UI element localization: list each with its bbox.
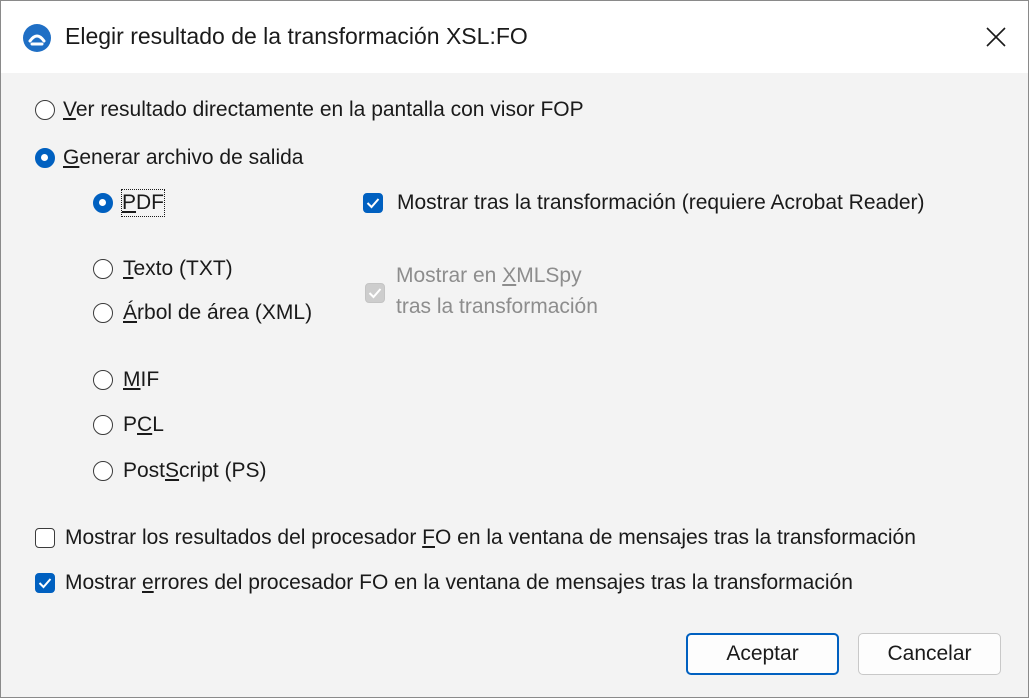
format-pdf-radio[interactable] [93, 193, 113, 213]
close-icon [986, 27, 1006, 47]
ok-button[interactable]: Aceptar [686, 633, 839, 675]
format-pcl-label: PCL [123, 413, 164, 436]
title-bar: Elegir resultado de la transformación XS… [1, 1, 1028, 73]
checkmark-icon [366, 198, 380, 209]
format-pcl-radio[interactable] [93, 415, 113, 435]
cancel-button[interactable]: Cancelar [858, 633, 1001, 675]
view-fop-radio[interactable] [35, 100, 55, 120]
format-pdf-label: PDF [120, 189, 166, 217]
altova-icon [23, 24, 51, 52]
checkmark-icon [368, 288, 382, 299]
format-area-tree-label: Árbol de área (XML) [123, 301, 313, 324]
format-mif-label: MIF [123, 368, 160, 391]
generate-file-radio[interactable] [35, 148, 55, 168]
format-area-tree-radio[interactable] [93, 303, 113, 323]
view-fop-label: Ver resultado directamente en la pantall… [63, 98, 584, 121]
format-txt-radio[interactable] [93, 259, 113, 279]
show-after-pdf-checkbox[interactable] [363, 193, 383, 213]
show-errors-checkbox[interactable] [35, 573, 55, 593]
format-ps-label: PostScript (PS) [123, 459, 267, 482]
dialog-window: Elegir resultado de la transformación XS… [0, 0, 1029, 698]
format-txt-label: Texto (TXT) [123, 257, 233, 280]
show-errors-label: Mostrar errores del procesador FO en la … [65, 571, 853, 594]
show-in-xmlspy-checkbox[interactable] [365, 283, 385, 303]
checkmark-icon [38, 578, 52, 589]
show-results-checkbox[interactable] [35, 528, 55, 548]
show-in-xmlspy-label-line1: Mostrar en XMLSpy [396, 264, 582, 287]
close-button[interactable] [966, 1, 1028, 73]
show-results-label: Mostrar los resultados del procesador FO… [65, 526, 916, 549]
window-title: Elegir resultado de la transformación XS… [65, 23, 528, 49]
format-mif-radio[interactable] [93, 370, 113, 390]
show-after-pdf-label: Mostrar tras la transformación (requiere… [397, 191, 925, 214]
generate-file-label: Generar archivo de salida [63, 146, 304, 169]
show-in-xmlspy-label-line2: tras la transformación [396, 295, 598, 318]
format-ps-radio[interactable] [93, 461, 113, 481]
